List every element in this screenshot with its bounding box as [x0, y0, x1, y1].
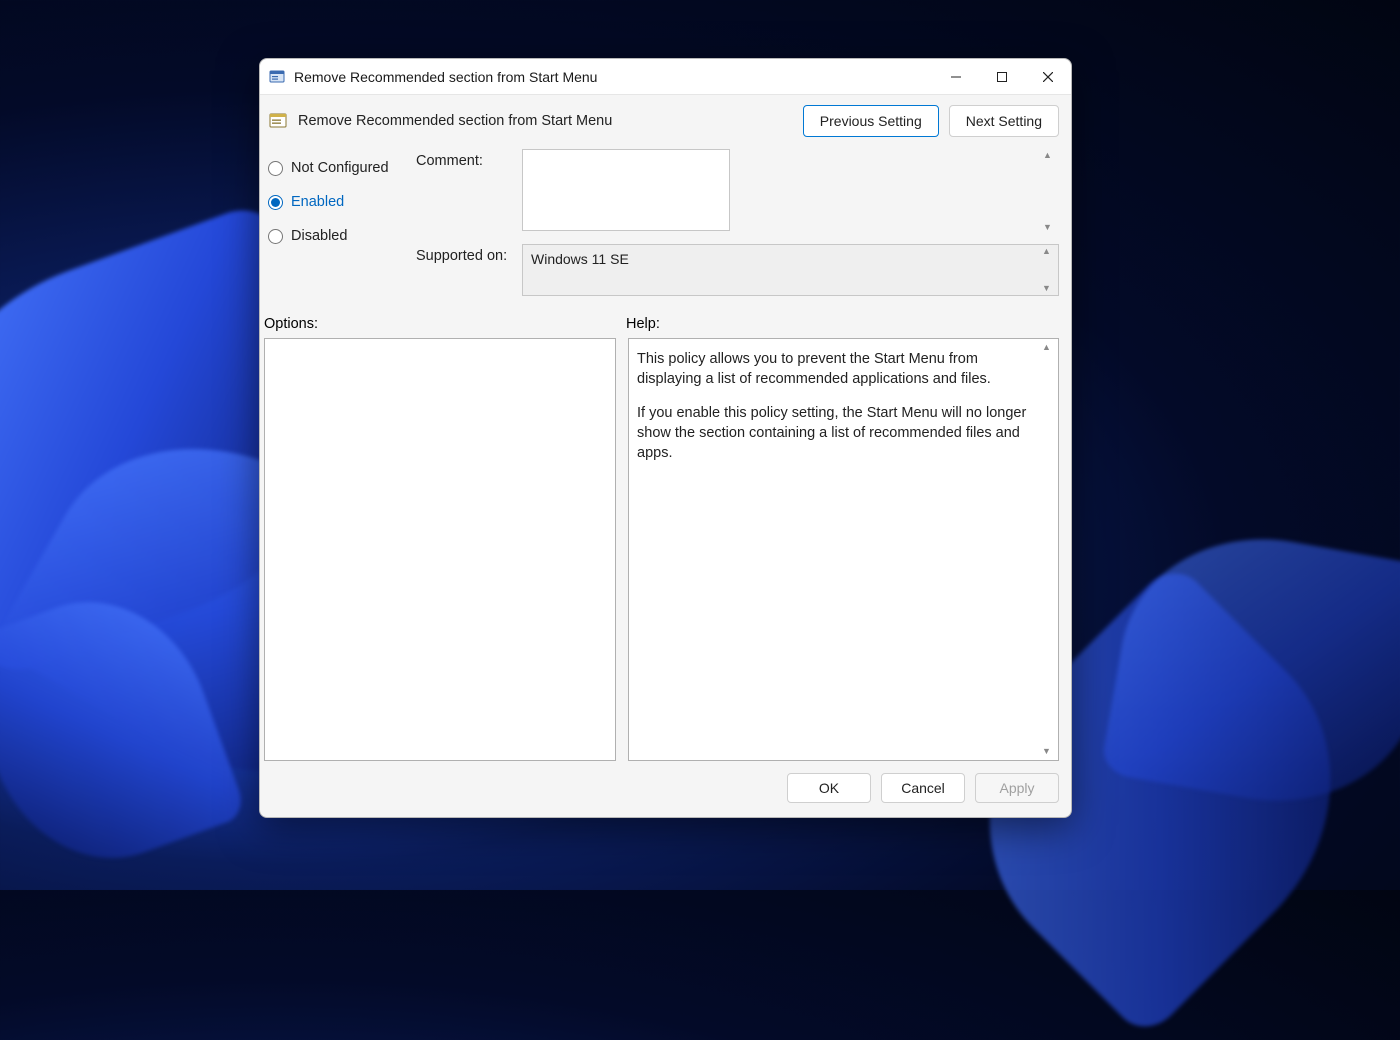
- help-section-label: Help:: [626, 316, 660, 332]
- app-icon: [269, 69, 285, 85]
- subheader: Remove Recommended section from Start Me…: [260, 95, 1071, 149]
- titlebar[interactable]: Remove Recommended section from Start Me…: [260, 59, 1071, 95]
- dialog-footer: OK Cancel Apply: [260, 761, 1071, 817]
- supported-scroll: ▲ ▼: [1042, 247, 1056, 293]
- options-section-label: Options:: [264, 316, 626, 332]
- radio-disabled-label: Disabled: [291, 228, 347, 244]
- radio-not-configured-label: Not Configured: [291, 160, 389, 176]
- ok-button[interactable]: OK: [787, 773, 871, 803]
- radio-enabled[interactable]: Enabled: [268, 185, 408, 219]
- scroll-down-icon[interactable]: ▼: [1043, 223, 1057, 232]
- maximize-button[interactable]: [979, 59, 1025, 94]
- supported-on-label: Supported on:: [416, 244, 516, 264]
- wallpaper-petal: [1100, 516, 1400, 824]
- help-pane: This policy allows you to prevent the St…: [628, 338, 1059, 761]
- policy-icon: [268, 111, 288, 131]
- close-button[interactable]: [1025, 59, 1071, 94]
- scroll-up-icon[interactable]: ▲: [1042, 343, 1056, 352]
- comment-label: Comment:: [416, 149, 516, 169]
- options-pane: [264, 338, 616, 761]
- help-scroll: ▲ ▼: [1042, 343, 1056, 756]
- policy-dialog-window: Remove Recommended section from Start Me…: [259, 58, 1072, 818]
- scroll-up-icon[interactable]: ▲: [1042, 247, 1056, 256]
- comment-textarea[interactable]: [522, 149, 730, 231]
- scroll-down-icon[interactable]: ▼: [1042, 747, 1056, 756]
- help-paragraph: If you enable this policy setting, the S…: [637, 403, 1036, 463]
- state-radio-group: Not Configured Enabled Disabled: [268, 149, 408, 296]
- radio-not-configured[interactable]: Not Configured: [268, 151, 408, 185]
- apply-button[interactable]: Apply: [975, 773, 1059, 803]
- help-paragraph: This policy allows you to prevent the St…: [637, 349, 1036, 389]
- radio-disabled[interactable]: Disabled: [268, 219, 408, 253]
- cancel-button[interactable]: Cancel: [881, 773, 965, 803]
- supported-on-value: Windows 11 SE: [531, 251, 629, 267]
- scroll-up-icon[interactable]: ▲: [1043, 151, 1057, 160]
- scroll-down-icon[interactable]: ▼: [1042, 284, 1056, 293]
- supported-on-box: Windows 11 SE ▲ ▼: [522, 244, 1059, 296]
- radio-not-configured-input[interactable]: [268, 161, 283, 176]
- comment-scroll: ▲ ▼: [1043, 151, 1057, 232]
- window-title: Remove Recommended section from Start Me…: [294, 69, 597, 85]
- policy-title: Remove Recommended section from Start Me…: [298, 113, 612, 129]
- radio-enabled-label: Enabled: [291, 194, 344, 210]
- radio-enabled-input[interactable]: [268, 195, 283, 210]
- radio-disabled-input[interactable]: [268, 229, 283, 244]
- minimize-button[interactable]: [933, 59, 979, 94]
- previous-setting-button[interactable]: Previous Setting: [803, 105, 939, 137]
- next-setting-button[interactable]: Next Setting: [949, 105, 1059, 137]
